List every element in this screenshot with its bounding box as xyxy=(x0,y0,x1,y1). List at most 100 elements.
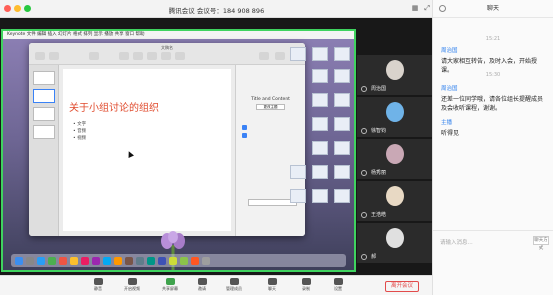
manage-members-button[interactable]: 管理成员 xyxy=(224,278,244,294)
chat-title: 聊天 xyxy=(486,5,499,12)
participant-tile[interactable]: 郝 xyxy=(357,223,432,263)
message-time: 15:30 xyxy=(485,72,501,78)
mic-icon xyxy=(361,128,367,134)
file-icon[interactable] xyxy=(312,189,328,203)
settings-button[interactable]: 设置 xyxy=(328,278,348,294)
app-icon[interactable] xyxy=(125,256,133,265)
video-button[interactable]: 开启视频 xyxy=(122,278,142,294)
leave-meeting-button[interactable]: 离开会议 xyxy=(385,281,419,292)
record-button[interactable]: 录制 xyxy=(296,278,316,294)
body-checkbox[interactable] xyxy=(242,133,247,138)
safari-icon[interactable] xyxy=(37,256,45,265)
avatar xyxy=(386,102,404,122)
file-icon[interactable] xyxy=(312,47,328,61)
slide-title[interactable]: 关于小组讨论的组织 xyxy=(69,99,159,114)
invite-button[interactable]: 邀请 xyxy=(192,278,212,294)
keynote-icon[interactable] xyxy=(114,256,122,265)
file-icon[interactable] xyxy=(312,117,328,131)
file-icon[interactable] xyxy=(334,141,350,155)
change-theme-button[interactable]: 更改主题 xyxy=(256,104,285,110)
app-icon[interactable] xyxy=(191,256,199,265)
members-icon xyxy=(229,278,239,285)
bullet-item: 音频 xyxy=(73,128,86,135)
slide-thumbnail[interactable] xyxy=(33,125,55,139)
chat-header: 聊天 xyxy=(433,0,553,18)
chat-mode-select[interactable]: 聊天方式 xyxy=(533,236,549,251)
shape-icon[interactable] xyxy=(161,52,171,60)
file-icon[interactable] xyxy=(334,93,350,107)
table-icon[interactable] xyxy=(119,52,129,60)
chat-button[interactable]: 聊天 xyxy=(262,278,282,294)
file-icon[interactable] xyxy=(312,141,328,155)
messages-icon[interactable] xyxy=(48,256,56,265)
microphone-icon xyxy=(93,278,103,285)
file-icon[interactable] xyxy=(334,117,350,131)
file-icon[interactable] xyxy=(334,189,350,203)
zoom-icon[interactable] xyxy=(49,52,59,60)
record-icon xyxy=(301,278,311,285)
file-icon[interactable] xyxy=(312,93,328,107)
gear-icon xyxy=(333,278,343,285)
add-user-icon xyxy=(197,278,207,285)
slide-bullets[interactable]: 文字 音频 视频 xyxy=(73,121,86,142)
file-icon[interactable] xyxy=(290,47,306,61)
launchpad-icon[interactable] xyxy=(26,256,34,265)
animate-icon[interactable] xyxy=(275,52,285,60)
app-icon[interactable] xyxy=(136,256,144,265)
format-icon[interactable] xyxy=(259,52,269,60)
finder-icon[interactable] xyxy=(15,256,23,265)
file-icon[interactable] xyxy=(312,69,328,83)
camera-icon xyxy=(127,278,137,285)
shared-screen[interactable]: Keynote 文件 编辑 插入 幻灯片 格式 排列 显示 播放 共享 窗口 帮… xyxy=(1,29,356,272)
trash-icon[interactable] xyxy=(202,256,210,265)
mic-icon xyxy=(361,254,367,260)
chat-message[interactable]: 周治国 还差一位同学哦，请各位组长提醒成员及会收听课程，谢谢。 xyxy=(441,84,547,113)
slide-thumbnail[interactable] xyxy=(33,89,55,103)
mute-button[interactable]: 静音 xyxy=(88,278,108,294)
text-icon[interactable] xyxy=(147,52,157,60)
slide-navigator[interactable] xyxy=(29,65,59,236)
file-icon[interactable] xyxy=(334,47,350,61)
play-icon[interactable] xyxy=(89,52,99,60)
chat-input-area[interactable]: 请输入消息... 聊天方式 xyxy=(433,230,553,251)
participant-name: 周治国 xyxy=(371,86,387,92)
grid-view-icon[interactable]: ▦ xyxy=(412,4,419,13)
file-icon[interactable] xyxy=(312,165,328,179)
message-sender: 主播 xyxy=(441,120,453,126)
chart-icon[interactable] xyxy=(133,52,143,60)
title-bar-actions: ▦ ⤢ xyxy=(412,4,430,13)
appstore-icon[interactable] xyxy=(103,256,111,265)
notes-icon[interactable] xyxy=(70,256,78,265)
view-icon[interactable] xyxy=(35,52,45,60)
participant-tile[interactable]: 王浩皓 xyxy=(357,181,432,221)
slide-thumbnail[interactable] xyxy=(33,107,55,121)
file-icon[interactable] xyxy=(290,165,306,179)
participant-tile[interactable]: 杨秀丽 xyxy=(357,139,432,179)
app-icon[interactable] xyxy=(180,256,188,265)
file-icon[interactable] xyxy=(290,189,306,203)
slide-canvas[interactable]: 关于小组讨论的组织 文字 音频 视频 xyxy=(63,69,231,231)
app-icon[interactable] xyxy=(169,256,177,265)
slide-thumbnail[interactable] xyxy=(33,71,55,85)
share-screen-button[interactable]: 共享屏幕 xyxy=(160,278,180,294)
app-icon[interactable] xyxy=(147,256,155,265)
media-icon[interactable] xyxy=(175,52,185,60)
participant-tile[interactable]: 周治国 xyxy=(357,55,432,95)
file-icon[interactable] xyxy=(334,165,350,179)
app-icon[interactable] xyxy=(158,256,166,265)
participant-name: 杨秀丽 xyxy=(371,170,387,176)
participant-tile[interactable]: 徐智钧 xyxy=(357,97,432,137)
chat-message[interactable]: 周治国 请大家相互转告，及时入会，开始授课。 xyxy=(441,46,547,75)
fullscreen-icon[interactable]: ⤢ xyxy=(424,4,430,13)
calendar-icon[interactable] xyxy=(59,256,67,265)
mac-dock[interactable] xyxy=(11,254,346,267)
settings-icon[interactable] xyxy=(439,5,446,12)
music-icon[interactable] xyxy=(81,256,89,265)
chat-input[interactable]: 请输入消息... xyxy=(440,238,473,246)
chat-message[interactable]: 主播 听得见 xyxy=(441,118,547,138)
file-icon[interactable] xyxy=(334,69,350,83)
keynote-window[interactable]: 文稿名 关于小组讨论的组织 文字 音频 视频 xyxy=(29,43,305,236)
bullet-item: 视频 xyxy=(73,135,86,142)
title-checkbox[interactable] xyxy=(242,125,247,130)
podcasts-icon[interactable] xyxy=(92,256,100,265)
